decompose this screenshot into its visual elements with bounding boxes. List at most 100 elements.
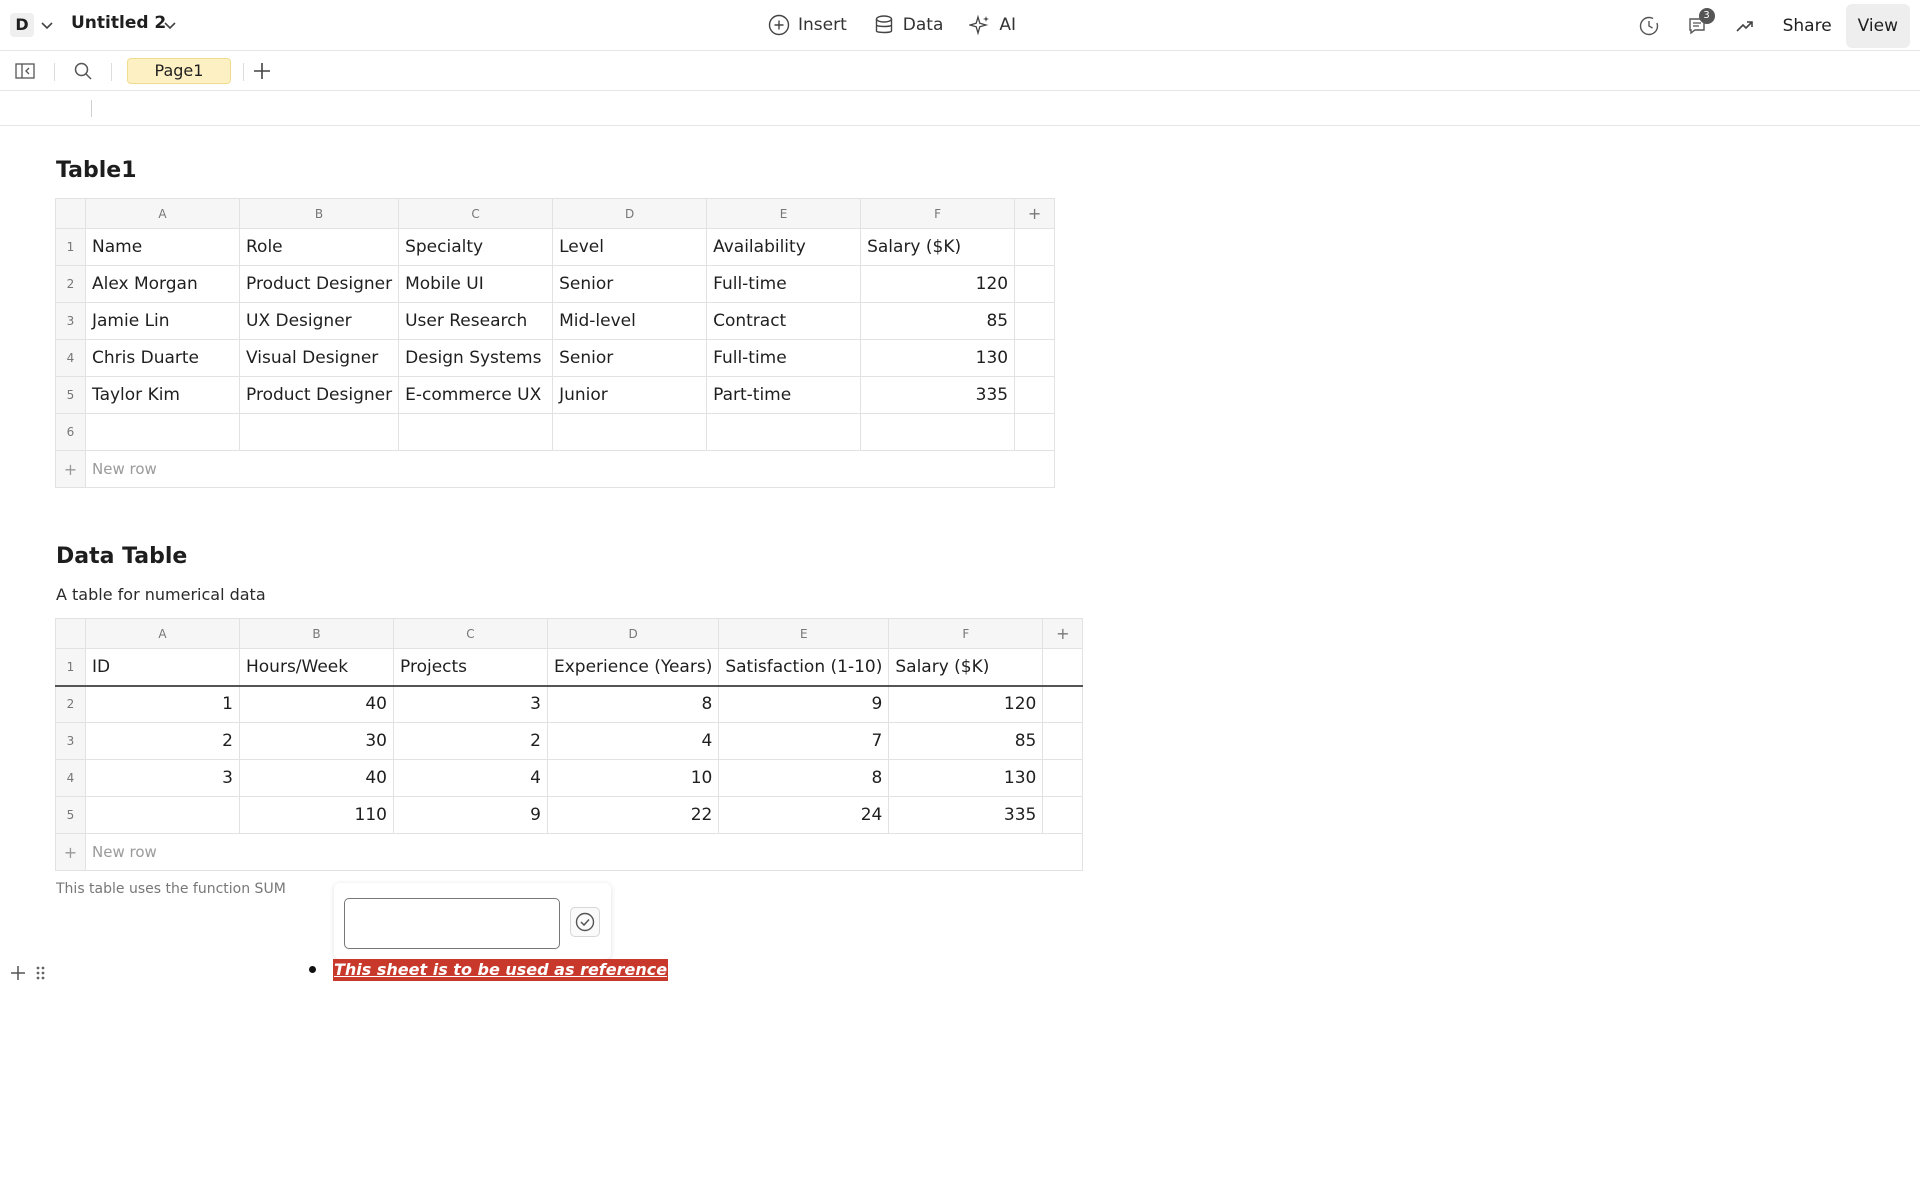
column-header[interactable]: C: [393, 618, 548, 649]
table-cell[interactable]: 85: [860, 302, 1016, 340]
table-cell[interactable]: Mobile UI: [398, 265, 554, 303]
row-number[interactable]: 3: [55, 722, 86, 760]
share-button[interactable]: Share: [1769, 8, 1846, 44]
row-number[interactable]: 1: [55, 648, 86, 687]
table-cell[interactable]: 130: [888, 759, 1044, 797]
page-tab[interactable]: Page1: [127, 58, 231, 84]
table-cell[interactable]: Level: [552, 228, 708, 266]
table-cell[interactable]: Senior: [552, 339, 708, 377]
table-cell[interactable]: Chris Duarte: [85, 339, 240, 377]
table-cell[interactable]: 4: [393, 759, 548, 797]
table-cell[interactable]: Mid-level: [552, 302, 708, 340]
table-cell[interactable]: 3: [393, 685, 548, 723]
table-cell[interactable]: Specialty: [398, 228, 554, 266]
table-cell[interactable]: 85: [888, 722, 1044, 760]
table-cell[interactable]: [85, 796, 240, 834]
column-header[interactable]: A: [85, 198, 240, 229]
new-row-button[interactable]: New row: [84, 833, 1084, 871]
table-cell[interactable]: [238, 413, 400, 451]
table-cell[interactable]: 1: [85, 685, 240, 723]
table-cell[interactable]: Product Designer: [238, 376, 400, 414]
column-header[interactable]: F: [888, 618, 1044, 649]
table-cell[interactable]: Jamie Lin: [85, 302, 240, 340]
add-column-button[interactable]: +: [1042, 618, 1084, 649]
table-cell[interactable]: [1042, 722, 1084, 760]
chevron-down-icon[interactable]: [40, 18, 54, 32]
table-cell[interactable]: 2: [393, 722, 548, 760]
row-number[interactable]: 6: [55, 413, 86, 451]
table-cell[interactable]: 130: [860, 339, 1016, 377]
table-cell[interactable]: Hours/Week: [239, 648, 394, 687]
block-handle[interactable]: [8, 962, 48, 984]
reference-note-text[interactable]: This sheet is to be used as reference: [333, 959, 669, 981]
table-cell[interactable]: 7: [718, 722, 890, 760]
add-block-icon[interactable]: [11, 966, 25, 980]
table-cell[interactable]: [1042, 685, 1084, 723]
table-cell[interactable]: UX Designer: [238, 302, 400, 340]
table-cell[interactable]: [85, 413, 240, 451]
table-cell[interactable]: Junior: [552, 376, 708, 414]
row-number[interactable]: 5: [55, 376, 86, 414]
row-number[interactable]: 2: [55, 265, 86, 303]
table-cell[interactable]: Salary ($K): [888, 648, 1044, 687]
new-row-button[interactable]: New row: [84, 450, 1056, 488]
table-cell[interactable]: Senior: [552, 265, 708, 303]
table-cell[interactable]: E-commerce UX: [398, 376, 554, 414]
history-button[interactable]: [1625, 8, 1673, 44]
row-number[interactable]: 1: [55, 228, 86, 266]
new-row[interactable]: + New row: [55, 450, 1056, 488]
table-cell[interactable]: 4: [546, 722, 720, 760]
table-cell[interactable]: 30: [239, 722, 394, 760]
table-cell[interactable]: 40: [239, 759, 394, 797]
table-cell[interactable]: [1042, 648, 1084, 687]
table-cell[interactable]: [1014, 413, 1056, 451]
drag-handle-icon[interactable]: [36, 966, 45, 980]
table-cell[interactable]: [1042, 759, 1084, 797]
analytics-button[interactable]: [1721, 8, 1769, 44]
table-cell[interactable]: [1014, 228, 1056, 266]
table-cell[interactable]: [860, 413, 1016, 451]
new-row-plus-icon[interactable]: +: [55, 450, 86, 488]
column-header[interactable]: D: [552, 198, 708, 229]
row-number[interactable]: 4: [55, 759, 86, 797]
table-cell[interactable]: ID: [85, 648, 240, 687]
table-cell[interactable]: Salary ($K): [860, 228, 1016, 266]
row-number[interactable]: 5: [55, 796, 86, 834]
table-cell[interactable]: Role: [238, 228, 400, 266]
table-cell[interactable]: [1014, 339, 1056, 377]
add-column-button[interactable]: +: [1014, 198, 1056, 229]
column-header[interactable]: B: [238, 198, 400, 229]
table-cell[interactable]: Visual Designer: [238, 339, 400, 377]
title-chevron-down-icon[interactable]: [163, 18, 177, 32]
table-cell[interactable]: Taylor Kim: [85, 376, 240, 414]
table-cell[interactable]: Satisfaction (1-10): [718, 648, 890, 687]
table-cell[interactable]: 120: [860, 265, 1016, 303]
table-cell[interactable]: 10: [546, 759, 720, 797]
view-button[interactable]: View: [1845, 4, 1910, 48]
table-cell[interactable]: Product Designer: [238, 265, 400, 303]
table-cell[interactable]: Part-time: [706, 376, 862, 414]
table-cell[interactable]: 335: [888, 796, 1044, 834]
column-header[interactable]: C: [398, 198, 554, 229]
column-header[interactable]: E: [706, 198, 862, 229]
table-cell[interactable]: Projects: [393, 648, 548, 687]
table-cell[interactable]: 40: [239, 685, 394, 723]
table-cell[interactable]: 110: [239, 796, 394, 834]
insert-button[interactable]: Insert: [768, 12, 847, 38]
link-input[interactable]: [344, 898, 560, 949]
ai-button[interactable]: AI: [969, 12, 1016, 38]
table-cell[interactable]: 24: [718, 796, 890, 834]
formula-bar[interactable]: [0, 90, 1920, 126]
table-cell[interactable]: Design Systems: [398, 339, 554, 377]
add-page-icon[interactable]: [251, 60, 273, 82]
confirm-button[interactable]: [570, 907, 600, 937]
table-cell[interactable]: Full-time: [706, 265, 862, 303]
table-cell[interactable]: [1042, 796, 1084, 834]
workspace-badge[interactable]: D: [10, 13, 34, 37]
sidebar-toggle-icon[interactable]: [14, 60, 36, 82]
new-row[interactable]: + New row: [55, 833, 1084, 871]
data-button[interactable]: Data: [873, 12, 943, 38]
table-cell[interactable]: [706, 413, 862, 451]
table-cell[interactable]: [1014, 302, 1056, 340]
table-cell[interactable]: 8: [546, 685, 720, 723]
